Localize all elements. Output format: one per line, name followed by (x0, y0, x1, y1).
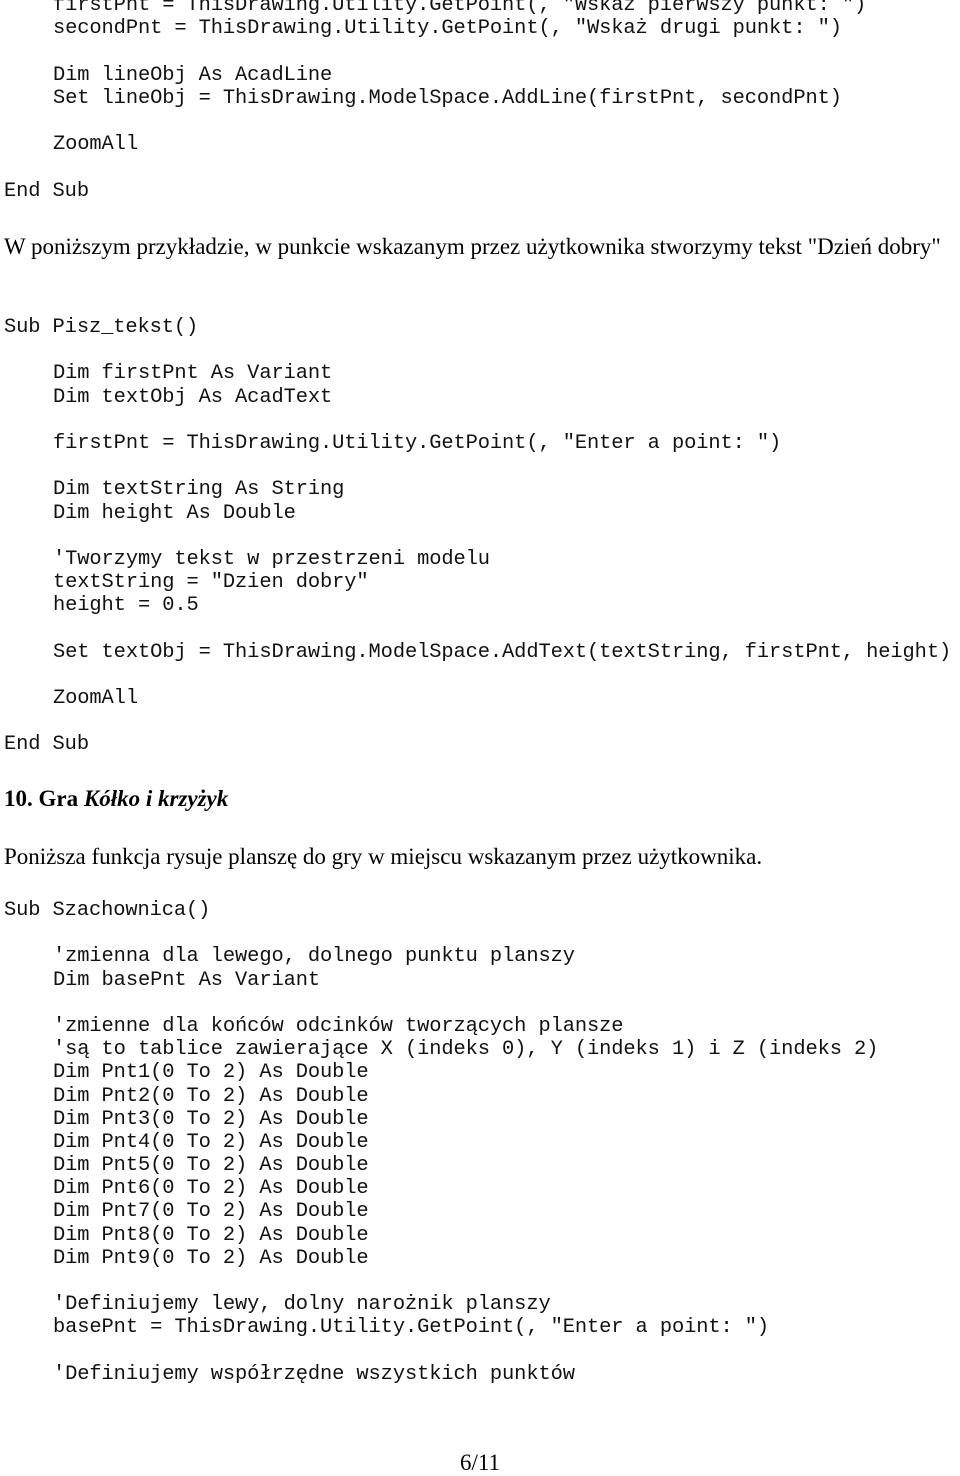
code-line: Dim Pnt1(0 To 2) As Double (53, 1061, 369, 1085)
paragraph-plansza-intro: Poniższa funkcja rysuje planszę do gry w… (4, 844, 763, 869)
code-line: 'Definiujemy współrzędne wszystkich punk… (53, 1362, 575, 1386)
code-line: Sub Pisz_tekst() (4, 316, 199, 339)
code-line: Dim basePnt As Variant (53, 968, 321, 992)
code-line: Sub Szachownica() (4, 899, 211, 922)
section-heading-number: 10. Gra (4, 786, 84, 811)
paragraph-dzien-dobry-intro: W poniższym przykładzie, w punkcie wskaz… (4, 234, 941, 259)
code-line: 'zmienna dla lewego, dolnego punktu plan… (53, 945, 575, 969)
code-line: Dim Pnt6(0 To 2) As Double (53, 1177, 369, 1201)
code-line: Dim textString As String (53, 478, 345, 502)
code-line: Dim textObj As AcadText (53, 385, 333, 409)
section-heading: 10. Gra Kółko i krzyżyk (4, 786, 228, 812)
code-line: Dim Pnt9(0 To 2) As Double (53, 1246, 369, 1270)
code-line: Dim Pnt3(0 To 2) As Double (53, 1107, 369, 1131)
section-heading-title: Kółko i krzyżyk (83, 786, 229, 811)
code-line: 'zmienne dla końców odcinków tworzących … (53, 1014, 624, 1038)
code-line: 'Definiujemy lewy, dolny narożnik plansz… (53, 1293, 551, 1317)
code-line: secondPnt = ThisDrawing.Utility.GetPoint… (53, 17, 842, 41)
code-line: 'są to tablice zawierające X (indeks 0),… (53, 1038, 879, 1062)
code-line: textString = "Dzien dobry" (53, 571, 369, 595)
code-line: Dim lineObj As AcadLine (53, 63, 333, 87)
code-block-addline-tail: firstPnt = ThisDrawing.Utility.GetPoint(… (4, 0, 866, 203)
code-line: basePnt = ThisDrawing.Utility.GetPoint(,… (53, 1316, 770, 1340)
code-line: firstPnt = ThisDrawing.Utility.GetPoint(… (53, 431, 782, 455)
code-line: Dim Pnt2(0 To 2) As Double (53, 1084, 369, 1108)
code-line: End Sub (4, 733, 89, 757)
code-block-szachownica: Sub Szachownica() 'zmienna dla lewego, do… (4, 899, 878, 1386)
code-line: Dim Pnt7(0 To 2) As Double (53, 1200, 369, 1224)
code-line: 'Tworzymy tekst w przestrzeni modelu (53, 547, 490, 571)
code-line: Dim firstPnt As Variant (53, 362, 333, 386)
code-line: Dim Pnt4(0 To 2) As Double (53, 1130, 369, 1154)
code-line: ZoomAll (53, 133, 138, 157)
code-line: ZoomAll (53, 687, 138, 710)
code-line: Set lineObj = ThisDrawing.ModelSpace.Add… (53, 86, 842, 110)
code-line: Dim Pnt8(0 To 2) As Double (53, 1223, 369, 1247)
page-number: 6/11 (459, 1450, 501, 1475)
code-line: firstPnt = ThisDrawing.Utility.GetPoint(… (53, 0, 867, 17)
code-block-pisz-tekst: Sub Pisz_tekst() Dim firstPnt As Variant D… (4, 316, 951, 757)
code-line: Dim Pnt5(0 To 2) As Double (53, 1154, 369, 1178)
code-line: Dim height As Double (53, 501, 296, 525)
code-line: End Sub (4, 179, 89, 203)
code-line: Set textObj = ThisDrawing.ModelSpace.Add… (53, 640, 952, 664)
code-line: height = 0.5 (53, 594, 199, 618)
